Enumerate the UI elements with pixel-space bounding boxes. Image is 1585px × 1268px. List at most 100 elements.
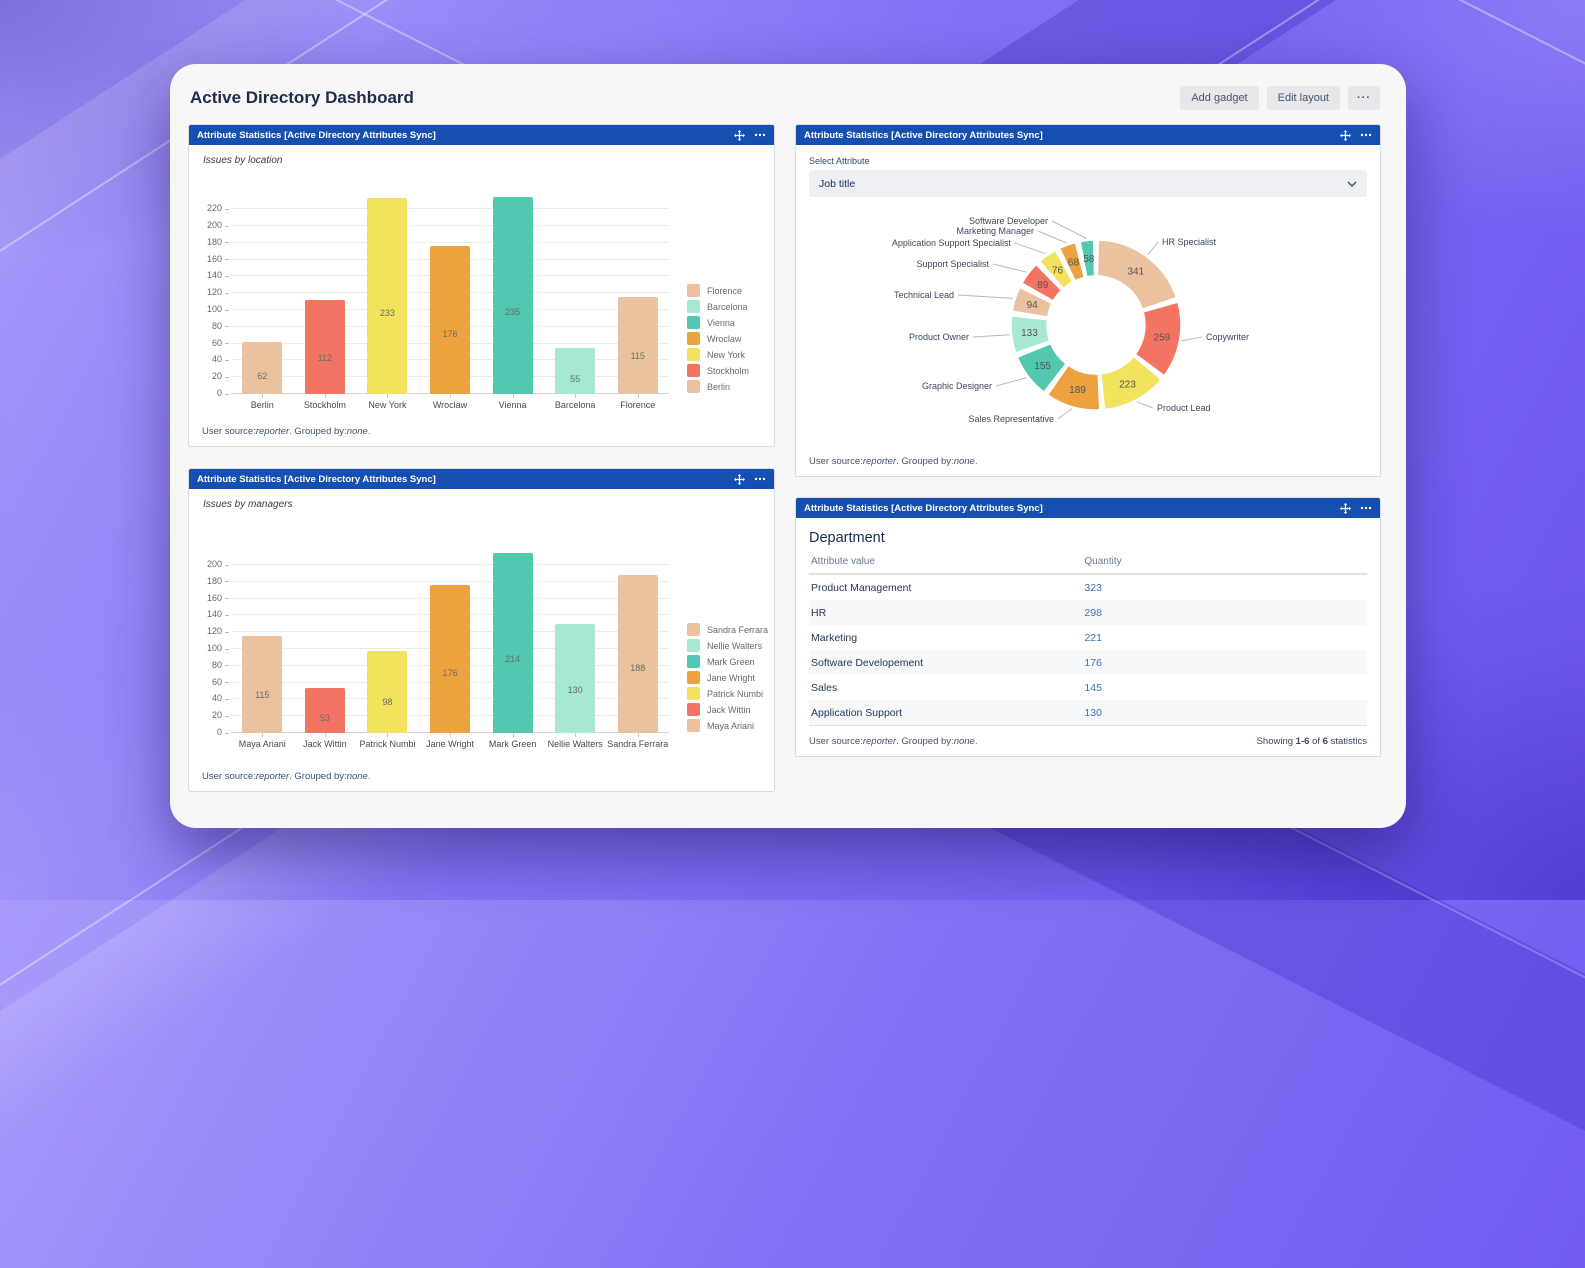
leader-line bbox=[1037, 230, 1067, 244]
bar-value: 188 bbox=[630, 663, 646, 674]
legend-label: Barcelona bbox=[707, 301, 748, 312]
cell-quantity: 176 bbox=[1082, 650, 1367, 675]
cell-attribute-value: Application Support bbox=[809, 700, 1083, 726]
bar-column: 112 bbox=[294, 300, 357, 398]
donut-slice-value: 58 bbox=[1083, 254, 1095, 265]
y-axis-tick: 20 bbox=[211, 371, 230, 382]
attribute-select[interactable]: Job title bbox=[809, 170, 1367, 197]
y-axis-tick: 120 bbox=[206, 287, 230, 298]
donut-slice-value: 133 bbox=[1021, 328, 1038, 339]
cell-attribute-value: HR bbox=[811, 606, 827, 619]
bar-stockholm[interactable]: 112 bbox=[304, 300, 345, 394]
bar-jack-wittin[interactable]: 53 bbox=[304, 688, 345, 733]
y-axis-tick: 100 bbox=[206, 643, 230, 653]
table-row: Sales 145 bbox=[809, 675, 1367, 700]
chevron-down-icon bbox=[1347, 178, 1357, 190]
bar-value: 115 bbox=[255, 690, 270, 701]
bar-patrick-numbi[interactable]: 98 bbox=[367, 651, 408, 733]
bar-maya-ariani[interactable]: 115 bbox=[242, 636, 283, 733]
legend-label: Wroclaw bbox=[707, 333, 742, 344]
attribute-table: Attribute value Quantity Product Managem… bbox=[809, 553, 1367, 726]
legend-item: Jack Wittin bbox=[687, 703, 768, 716]
legend-item: Jane Wright bbox=[687, 671, 768, 684]
more-icon[interactable] bbox=[1360, 133, 1372, 137]
y-axis-tick: 80 bbox=[211, 659, 230, 670]
x-axis-label: Mark Green bbox=[488, 739, 537, 749]
y-axis-tick: 40 bbox=[211, 693, 230, 704]
move-icon[interactable] bbox=[1340, 502, 1351, 514]
quantity-link[interactable]: 176 bbox=[1084, 657, 1102, 669]
more-actions-button[interactable]: ··· bbox=[1348, 86, 1380, 110]
leader-line bbox=[1051, 220, 1087, 239]
x-axis-label: New York bbox=[368, 400, 407, 410]
legend-item: Florence bbox=[687, 284, 749, 297]
donut-slice-value: 89 bbox=[1037, 280, 1049, 291]
donut-label: Copywriter bbox=[1206, 332, 1249, 342]
more-icon[interactable] bbox=[754, 133, 766, 137]
dashboard-header: Active Directory Dashboard Add gadget Ed… bbox=[190, 86, 1380, 110]
legend-item: Berlin bbox=[687, 380, 749, 393]
donut-label: Product Lead bbox=[1157, 403, 1211, 413]
move-icon[interactable] bbox=[734, 129, 745, 141]
leader-line bbox=[1147, 241, 1159, 256]
y-axis: 0 20 40 60 80 100 120 140 160 180 200 bbox=[195, 540, 231, 737]
dashboard-card: Active Directory Dashboard Add gadget Ed… bbox=[170, 64, 1406, 828]
y-axis-tick: 80 bbox=[211, 320, 230, 331]
quantity-link[interactable]: 145 bbox=[1084, 682, 1102, 694]
add-gadget-button[interactable]: Add gadget bbox=[1180, 86, 1259, 110]
cell-quantity: 298 bbox=[1082, 600, 1367, 625]
bar-sandra-ferrara[interactable]: 188 bbox=[617, 575, 658, 733]
bar-jane-wright[interactable]: 176 bbox=[430, 585, 471, 733]
legend-swatch bbox=[687, 719, 700, 732]
donut-label: Software Developer bbox=[969, 216, 1048, 226]
bar-nellie-walters[interactable]: 130 bbox=[555, 624, 596, 733]
bar-column: 115 bbox=[231, 636, 294, 737]
edit-layout-button[interactable]: Edit layout bbox=[1266, 86, 1340, 110]
gadget-header: Attribute Statistics [Active Directory A… bbox=[189, 125, 774, 145]
gadget-header-icons bbox=[1340, 129, 1372, 141]
y-axis-tick: 160 bbox=[206, 592, 230, 603]
y-axis-tick: 220 bbox=[206, 203, 230, 214]
y-axis-tick: 160 bbox=[206, 253, 230, 264]
table-heading: Department bbox=[809, 530, 885, 546]
cell-attribute-value: Marketing bbox=[811, 631, 858, 644]
more-icon[interactable] bbox=[1360, 506, 1372, 510]
gadget-header-icons bbox=[734, 129, 766, 141]
leader-line bbox=[995, 377, 1027, 387]
legend-label: New York bbox=[707, 349, 746, 360]
bar-berlin[interactable]: 62 bbox=[242, 342, 283, 394]
more-icon[interactable] bbox=[754, 477, 766, 481]
gadget-header-icons bbox=[1340, 502, 1372, 514]
bar-vienna[interactable]: 235 bbox=[492, 197, 533, 394]
donut-slice-value: 341 bbox=[1127, 267, 1144, 278]
attribute-select-value: Job title bbox=[819, 177, 856, 190]
bars-row: 115 53 98 176 214 130 188 bbox=[231, 540, 669, 737]
move-icon[interactable] bbox=[734, 473, 745, 485]
bar-florence[interactable]: 115 bbox=[617, 297, 658, 394]
leader-line bbox=[957, 294, 1014, 299]
y-axis-tick: 200 bbox=[206, 559, 230, 569]
cell-attribute-value: Software Developement bbox=[811, 656, 924, 669]
legend-swatch bbox=[687, 703, 700, 716]
donut-label: Application Support Specialist bbox=[892, 238, 1012, 248]
bar-mark-green[interactable]: 214 bbox=[492, 553, 533, 733]
x-axis-label: Florence bbox=[620, 400, 656, 410]
donut-chart: 341 HR Specialist 259 Copywriter 223 Product … bbox=[892, 216, 1249, 424]
bar-new-york[interactable]: 233 bbox=[367, 198, 408, 394]
quantity-link[interactable]: 298 bbox=[1084, 607, 1102, 619]
leader-line bbox=[972, 334, 1010, 338]
chart-legend: Sandra Ferrara Nellie Walters Mark Green Ja… bbox=[687, 620, 768, 735]
bar-barcelona[interactable]: 55 bbox=[555, 348, 596, 394]
leader-line bbox=[1014, 242, 1047, 255]
y-axis-tick: 140 bbox=[206, 609, 230, 620]
bar-column: 98 bbox=[356, 651, 419, 737]
bar-wroclaw[interactable]: 176 bbox=[430, 246, 471, 394]
x-axis: Berlin Stockholm New York Wroclaw Vienna Barc… bbox=[231, 400, 669, 410]
quantity-link[interactable]: 221 bbox=[1084, 632, 1102, 644]
move-icon[interactable] bbox=[1340, 129, 1351, 141]
quantity-link[interactable]: 130 bbox=[1084, 707, 1102, 719]
legend-label: Maya Ariani bbox=[707, 720, 755, 731]
table-row: Application Support 130 bbox=[809, 700, 1367, 726]
donut-slice-value: 259 bbox=[1154, 333, 1171, 344]
quantity-link[interactable]: 323 bbox=[1084, 582, 1102, 594]
